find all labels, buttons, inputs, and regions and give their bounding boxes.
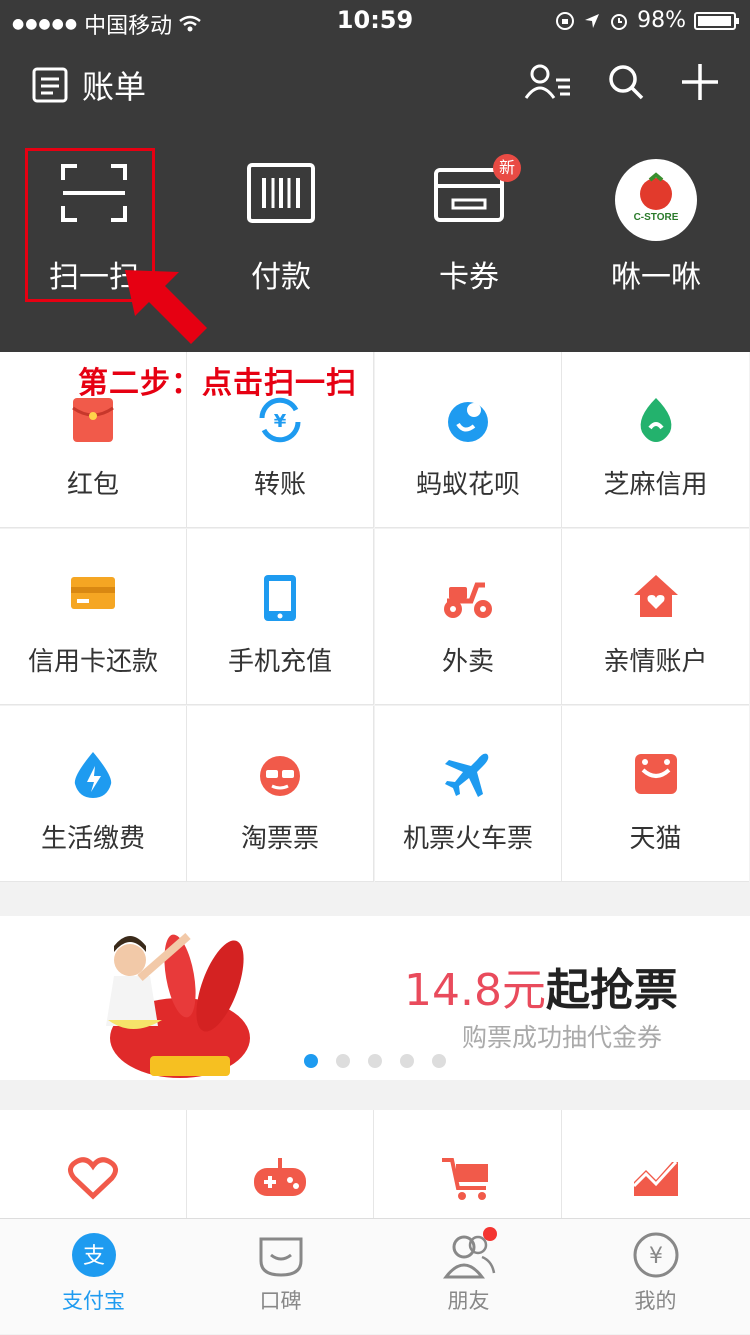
battery-percent: 98% <box>637 8 686 33</box>
tab-alipay[interactable]: 支 支付宝 <box>0 1219 187 1335</box>
barcode-icon <box>247 163 315 223</box>
service-flights-trains[interactable]: 机票火车票 <box>375 706 562 882</box>
stock-chart-icon <box>632 1160 678 1196</box>
bill-button[interactable]: 账单 <box>30 62 146 108</box>
tutorial-annotation: 第二步：点击扫一扫 <box>78 366 357 401</box>
tab-mine[interactable]: ¥ 我的 <box>562 1219 749 1335</box>
quick-action-pay[interactable]: 付款 <box>187 150 375 300</box>
more-services-row <box>0 1110 750 1220</box>
banner-price: 14.8元 <box>404 965 546 1016</box>
service-family-account[interactable]: 亲情账户 <box>562 529 749 705</box>
service-credit-card[interactable]: 信用卡还款 <box>0 529 187 705</box>
service-takeout[interactable]: 外卖 <box>375 529 562 705</box>
svg-text:¥: ¥ <box>274 411 287 432</box>
service-label: 蚂蚁花呗 <box>415 470 520 500</box>
service-label: 亲情账户 <box>603 647 708 677</box>
service-label: 红包 <box>66 470 119 500</box>
more-service-item[interactable] <box>0 1110 187 1220</box>
service-tmall[interactable]: 天猫 <box>562 706 749 882</box>
scooter-icon <box>444 582 492 618</box>
tab-label: 我的 <box>634 1289 677 1313</box>
banner-pagination[interactable] <box>304 1054 446 1068</box>
utility-drop-icon <box>74 752 112 798</box>
red-envelope-icon <box>72 398 114 442</box>
alarm-icon <box>611 13 628 30</box>
promo-banner[interactable]: 14.8元起抢票 购票成功抽代金券 <box>0 916 750 1080</box>
heart-hands-icon <box>68 1157 118 1200</box>
sesame-credit-icon <box>640 398 671 442</box>
more-service-item[interactable] <box>375 1110 562 1220</box>
banner-title: 起抢票 <box>545 965 678 1016</box>
quick-action-label: 卡券 <box>439 260 499 295</box>
cstore-logo-text: C-STORE <box>634 212 679 223</box>
status-bar: ●●●●● 中国移动 10:59 98% <box>0 0 750 40</box>
more-service-item[interactable] <box>562 1110 749 1220</box>
tab-friends[interactable]: 朋友 <box>375 1219 562 1335</box>
quick-action-xiu[interactable]: C-STORE 咻一咻 <box>562 150 750 300</box>
service-label: 转账 <box>253 470 306 500</box>
service-label: 手机充值 <box>227 647 332 677</box>
service-huabei[interactable]: 蚂蚁花呗 <box>375 352 562 528</box>
contacts-icon[interactable] <box>524 62 572 102</box>
taopiaopiao-icon <box>260 756 300 796</box>
tab-label: 口碑 <box>259 1289 302 1313</box>
service-taopiaopiao[interactable]: 淘票票 <box>187 706 374 882</box>
koubei-icon <box>259 1237 302 1277</box>
bill-icon <box>32 67 68 103</box>
quick-action-cards[interactable]: 新 卡券 <box>375 150 563 300</box>
search-icon[interactable] <box>606 62 646 102</box>
credit-card-icon <box>71 577 115 609</box>
service-label: 生活缴费 <box>40 824 145 854</box>
tab-bar: 支 支付宝 口碑 朋友 ¥ 我的 <box>0 1218 750 1334</box>
tab-glyph: 支 <box>82 1244 104 1269</box>
profile-yen-icon: ¥ <box>633 1232 678 1278</box>
add-icon[interactable] <box>680 62 720 102</box>
quick-action-label: 咻一咻 <box>611 260 701 295</box>
tmall-icon <box>634 754 677 794</box>
pointer-arrow-icon <box>125 270 207 344</box>
service-utilities[interactable]: 生活缴费 <box>0 706 187 882</box>
service-label: 信用卡还款 <box>27 647 158 677</box>
tab-label: 朋友 <box>447 1289 490 1313</box>
tab-label: 支付宝 <box>62 1289 125 1313</box>
pagination-dot[interactable] <box>336 1054 350 1068</box>
promo-illustration <box>106 932 250 1078</box>
pagination-dot[interactable] <box>304 1054 318 1068</box>
service-phone-topup[interactable]: 手机充值 <box>187 529 374 705</box>
service-sesame-credit[interactable]: 芝麻信用 <box>562 352 749 528</box>
alipay-icon: 支 <box>71 1233 116 1277</box>
cstore-icon: C-STORE <box>615 159 697 241</box>
new-badge: 新 <box>493 154 521 182</box>
family-home-icon <box>633 575 678 617</box>
service-label: 天猫 <box>629 824 682 854</box>
more-service-item[interactable] <box>187 1110 374 1220</box>
service-label: 外卖 <box>441 647 494 677</box>
rotation-lock-icon <box>556 11 575 30</box>
shopping-cart-icon <box>442 1158 488 1200</box>
service-label: 芝麻信用 <box>603 470 708 500</box>
banner-subtitle: 购票成功抽代金券 <box>462 1023 663 1052</box>
notification-dot <box>483 1227 497 1241</box>
tab-koubei[interactable]: 口碑 <box>187 1219 374 1335</box>
transfer-icon: ¥ <box>259 397 301 443</box>
tab-glyph: ¥ <box>649 1244 663 1269</box>
huabei-icon <box>448 402 488 442</box>
airplane-icon <box>445 753 489 797</box>
bill-label: 账单 <box>82 68 147 106</box>
gamepad-icon <box>254 1158 306 1196</box>
pagination-dot[interactable] <box>432 1054 446 1068</box>
location-icon <box>585 13 600 28</box>
service-label: 机票火车票 <box>402 824 533 854</box>
pagination-dot[interactable] <box>368 1054 382 1068</box>
pagination-dot[interactable] <box>400 1054 414 1068</box>
quick-action-label: 付款 <box>251 260 311 295</box>
battery-icon <box>694 11 739 30</box>
phone-icon <box>264 575 296 621</box>
service-label: 淘票票 <box>240 824 319 854</box>
